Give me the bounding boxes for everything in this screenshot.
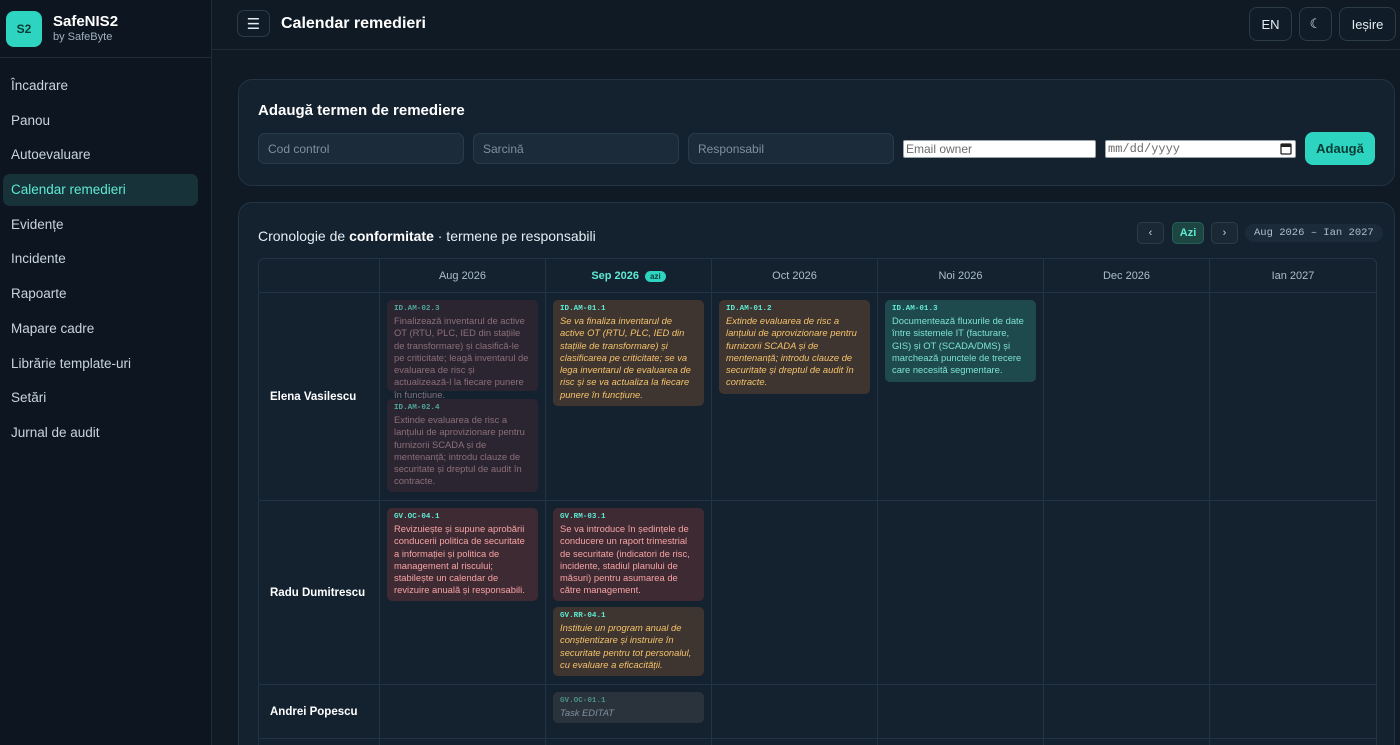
task-text: Extinde evaluarea de risc a lanțului de …: [726, 315, 857, 388]
sidebar-nav: Încadrare Panou Autoevaluare Calendar re…: [0, 70, 211, 449]
month-header: Noi 2026: [877, 259, 1043, 293]
task-card[interactable]: ID.AM-01.2 Extinde evaluarea de risc a l…: [719, 300, 870, 394]
today-button[interactable]: Azi: [1172, 222, 1204, 244]
task-code: GV.OC-04.1: [394, 513, 440, 521]
period-range-label: Aug 2026 – Ian 2027: [1245, 224, 1383, 242]
brand: S2 SafeNIS2 by SafeByte: [0, 0, 211, 58]
owner-name: Radu Dumitrescu: [270, 586, 366, 599]
month-header: Dec 2026: [1043, 259, 1209, 293]
owner-row: Andrei Popescu GV.OC-01.1 Task EDITAT: [258, 684, 1377, 738]
sidebar-item-evidente[interactable]: Evidențe: [3, 209, 198, 241]
top-header: ☰ Calendar remedieri EN ☾ Ieșire: [212, 0, 1400, 50]
task-code: ID.AM-02.4: [394, 404, 440, 412]
task-code: ID.AM-01.2: [726, 305, 772, 313]
owner-name: Elena Vasilescu: [270, 390, 357, 403]
hamburger-icon: ☰: [246, 15, 261, 33]
language-button[interactable]: EN: [1249, 7, 1292, 41]
month-header: Aug 2026: [379, 259, 545, 293]
owner-input[interactable]: [688, 133, 894, 164]
moon-icon: ☾: [1309, 16, 1322, 31]
task-text: Finalizează inventarul de active OT (RTU…: [394, 315, 529, 400]
theme-toggle-button[interactable]: ☾: [1299, 7, 1332, 41]
calendar-icon[interactable]: [1280, 142, 1292, 155]
month-header-row: Aug 2026 Sep 2026 azi Oct 2026 Noi 2026 D…: [258, 258, 1377, 293]
add-button[interactable]: Adaugă: [1305, 132, 1375, 165]
owner-row: Radu Dumitrescu GV.OC-04.1 Revizuiește ș…: [258, 500, 1377, 684]
task-text: Se va introduce în ședințele de conducer…: [560, 523, 690, 596]
task-card[interactable]: ID.AM-02.3 Finalizează inventarul de act…: [387, 300, 538, 400]
next-period-button[interactable]: ›: [1211, 222, 1238, 244]
month-header: Oct 2026: [711, 259, 877, 293]
task-card[interactable]: GV.RM-03.1 Se va introduce în ședințele …: [553, 508, 704, 601]
task-text: Revizuiește și supune aprobării conducer…: [394, 523, 525, 596]
sidebar-item-incadrare[interactable]: Încadrare: [3, 70, 198, 102]
sidebar: S2 SafeNIS2 by SafeByte Încadrare Panou …: [0, 0, 212, 745]
sidebar-item-autoevaluare[interactable]: Autoevaluare: [3, 139, 198, 171]
add-remediation-card: Adaugă termen de remediere Adaugă: [238, 79, 1395, 186]
task-card[interactable]: GV.OC-04.1 Revizuiește și supune aprobăr…: [387, 508, 538, 601]
task-code: GV.RM-03.1: [560, 513, 606, 521]
task-text: Task EDITAT: [560, 707, 614, 718]
sidebar-item-mapare-cadre[interactable]: Mapare cadre: [3, 313, 198, 345]
task-card[interactable]: GV.RR-04.1 Instituie un program anual de…: [553, 607, 704, 676]
task-card[interactable]: ID.AM-01.3 Documentează fluxurile de dat…: [885, 300, 1036, 382]
sidebar-item-jurnal-audit[interactable]: Jurnal de audit: [3, 417, 198, 449]
timeline-card: Cronologie de conformitate · termene pe …: [238, 202, 1395, 745]
month-header-current: Sep 2026 azi: [545, 259, 711, 293]
sidebar-item-incidente[interactable]: Incidente: [3, 243, 198, 275]
sidebar-item-panou[interactable]: Panou: [3, 105, 198, 137]
brand-subtitle: by SafeByte: [53, 31, 113, 43]
prev-period-button[interactable]: ‹: [1137, 222, 1164, 244]
task-code: ID.AM-01.3: [892, 305, 938, 313]
task-code: ID.AM-02.3: [394, 305, 440, 313]
menu-toggle-button[interactable]: ☰: [237, 10, 270, 37]
today-badge: azi: [645, 270, 666, 282]
task-card[interactable]: ID.AM-02.4 Extinde evaluarea de risc a l…: [387, 399, 538, 492]
page-title: Calendar remedieri: [281, 15, 426, 32]
brand-name: SafeNIS2: [53, 13, 119, 30]
control-code-input[interactable]: [258, 133, 464, 164]
owner-name: Andrei Popescu: [270, 705, 358, 718]
logout-button[interactable]: Ieșire: [1339, 7, 1396, 41]
task-text: Instituie un program anual de conștienti…: [560, 622, 692, 670]
sidebar-item-librarie-template[interactable]: Librărie template-uri: [3, 348, 198, 380]
month-header: Ian 2027: [1209, 259, 1376, 293]
owner-row: Elena Vasilescu ID.AM-02.3 Finalizează i…: [258, 292, 1377, 500]
owner-row: [258, 738, 1377, 745]
task-code: ID.AM-01.1: [560, 305, 606, 313]
sidebar-item-setari[interactable]: Setări: [3, 382, 198, 414]
sidebar-item-rapoarte[interactable]: Rapoarte: [3, 278, 198, 310]
task-code: GV.OC-01.1: [560, 697, 606, 705]
due-date-input[interactable]: [1105, 140, 1296, 158]
task-card[interactable]: GV.OC-01.1 Task EDITAT: [553, 692, 704, 723]
brand-logo: S2: [6, 10, 42, 47]
task-text: Extinde evaluarea de risc a lanțului de …: [394, 414, 525, 487]
owner-email-input[interactable]: [903, 140, 1096, 158]
add-form-title: Adaugă termen de remediere: [258, 102, 465, 119]
task-text: Se va finaliza inventarul de active OT (…: [560, 315, 691, 400]
timeline-title: Cronologie de conformitate · termene pe …: [258, 228, 596, 244]
sidebar-item-calendar-remedieri[interactable]: Calendar remedieri: [3, 174, 198, 207]
task-text: Documentează fluxurile de date între sis…: [892, 315, 1024, 376]
task-code: GV.RR-04.1: [560, 612, 606, 620]
task-card[interactable]: ID.AM-01.1 Se va finaliza inventarul de …: [553, 300, 704, 406]
task-input[interactable]: [473, 133, 679, 164]
